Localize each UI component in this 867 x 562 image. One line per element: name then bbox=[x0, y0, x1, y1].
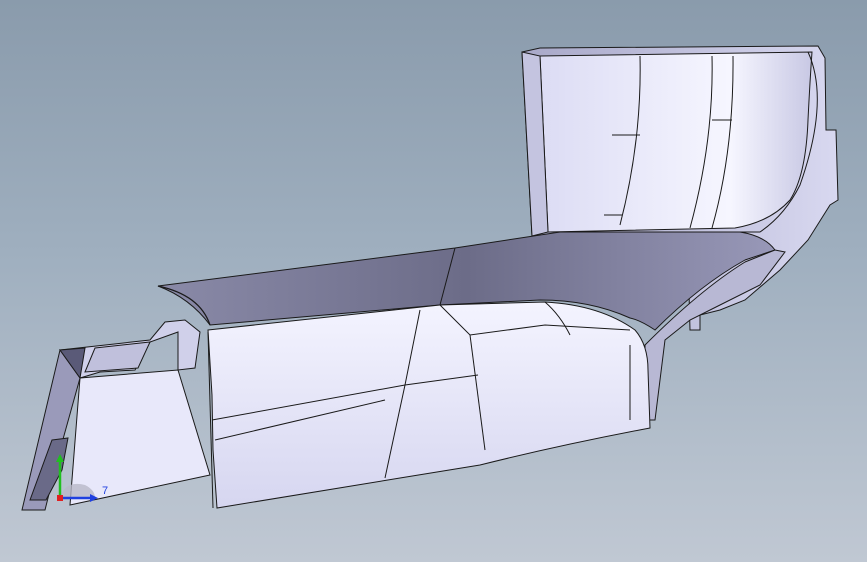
y-axis-arrowhead bbox=[56, 454, 64, 462]
triad-sphere-shade bbox=[60, 483, 95, 498]
view-orientation-triad: 7 bbox=[56, 454, 108, 502]
cad-viewport[interactable]: 7 bbox=[0, 0, 867, 562]
triad-axis-label: 7 bbox=[102, 485, 108, 497]
3d-part-model[interactable] bbox=[0, 0, 867, 562]
duct-front-face[interactable] bbox=[207, 301, 651, 509]
z-axis-point bbox=[57, 495, 63, 501]
